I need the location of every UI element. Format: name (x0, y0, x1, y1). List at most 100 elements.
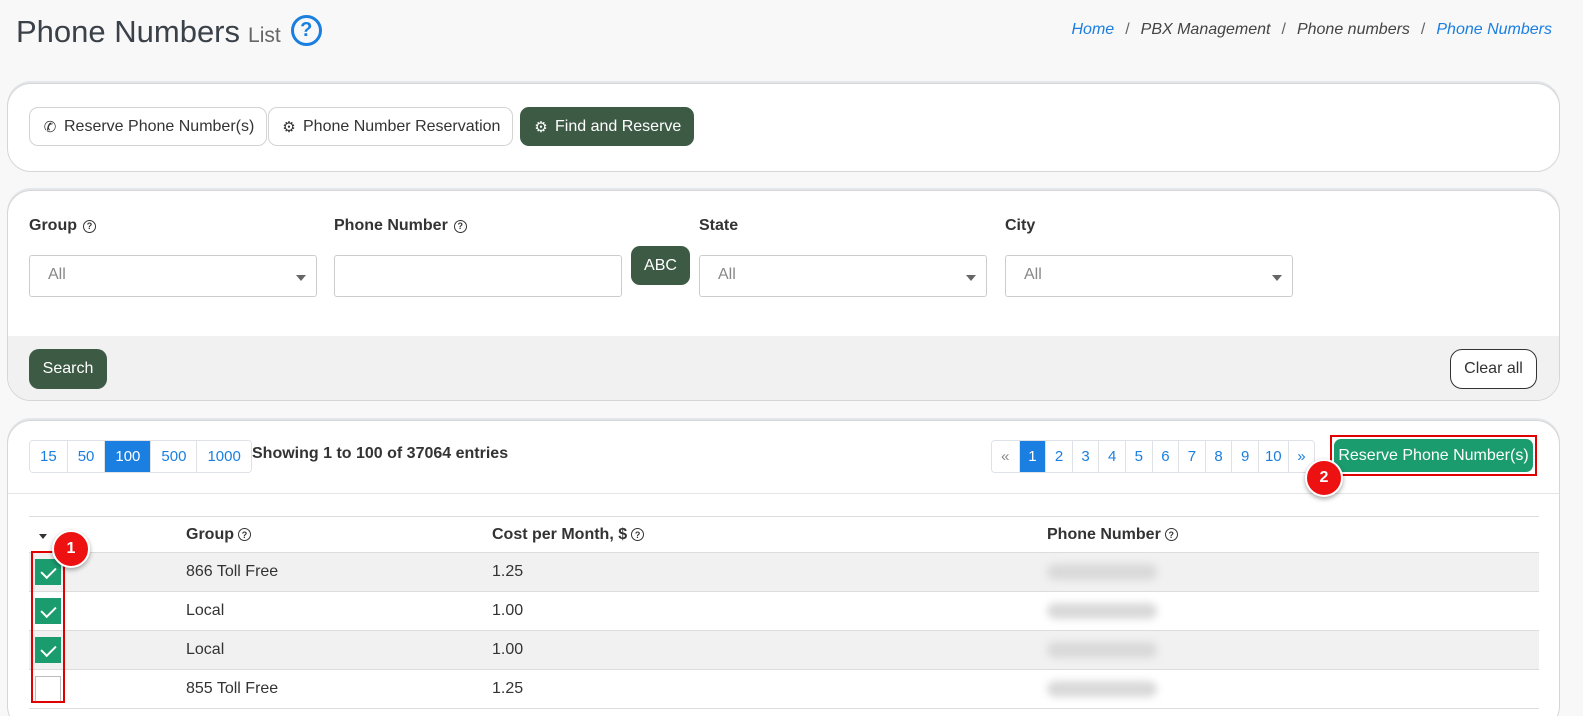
page-2[interactable]: 2 (1045, 441, 1072, 472)
page-title: Phone Numbers (16, 14, 241, 49)
state-filter-label: State (699, 217, 738, 235)
cell-cost: 1.25 (492, 552, 1047, 592)
tab-label: Reserve Phone Number(s) (64, 117, 255, 135)
column-header-group[interactable]: Group? (186, 516, 492, 553)
caret-down-icon[interactable] (39, 533, 47, 539)
page-header: Phone Numbers List ? (16, 14, 322, 54)
phone-icon: ✆ (43, 118, 57, 136)
cell-cost: 1.25 (492, 669, 1047, 709)
group-filter-label: Group ? (29, 217, 96, 235)
cell-group: 866 Toll Free (186, 552, 492, 592)
page-size-500[interactable]: 500 (150, 441, 197, 472)
page-size-15[interactable]: 15 (30, 441, 67, 472)
question-circle-icon[interactable]: ? (1164, 528, 1178, 541)
caret-down-icon (966, 275, 976, 281)
clear-all-button[interactable]: Clear all (1450, 349, 1537, 389)
gears-icon: ⚙ (282, 118, 296, 136)
table-row: Local 1.00 (29, 630, 1539, 670)
breadcrumb-current[interactable]: Phone Numbers (1436, 21, 1552, 39)
group-select-value: All (48, 266, 66, 283)
row-checkbox[interactable] (35, 598, 61, 624)
cell-cost: 1.00 (492, 591, 1047, 631)
phone-number-filter-label: Phone Number ? (334, 217, 467, 235)
tab-phone-number-reservation[interactable]: ⚙ Phone Number Reservation (268, 107, 514, 146)
page-6[interactable]: 6 (1151, 441, 1179, 472)
city-select-value: All (1024, 266, 1042, 283)
cell-phone (1047, 630, 1539, 670)
abc-button[interactable]: ABC (631, 246, 690, 285)
search-button[interactable]: Search (29, 349, 107, 389)
column-phone-label: Phone Number (1047, 525, 1161, 543)
redacted-phone (1047, 563, 1157, 580)
column-group-label: Group (186, 525, 234, 543)
state-label-text: State (699, 217, 739, 234)
page-7[interactable]: 7 (1178, 441, 1205, 472)
row-checkbox[interactable] (35, 637, 61, 663)
city-filter-label: City (1005, 217, 1035, 235)
breadcrumb: Home / PBX Management / Phone numbers / … (1072, 21, 1553, 39)
cell-group: Local (186, 630, 492, 670)
redacted-phone (1047, 680, 1157, 697)
column-header-phone-number[interactable]: Phone Number? (1047, 516, 1539, 553)
page-4[interactable]: 4 (1098, 441, 1125, 472)
reserve-button-highlight: Reserve Phone Number(s) (1330, 435, 1537, 476)
cell-group: 855 Toll Free (186, 669, 492, 709)
question-circle-icon[interactable]: ? (631, 528, 645, 541)
group-label-text: Group (29, 217, 77, 234)
table-row: 855 Toll Free 1.25 (29, 669, 1539, 709)
caret-down-icon (296, 275, 306, 281)
page-5[interactable]: 5 (1124, 441, 1152, 472)
tab-reserve-phone-numbers[interactable]: ✆ Reserve Phone Number(s) (29, 107, 268, 146)
state-select-value: All (718, 266, 736, 283)
tabs-card: ✆ Reserve Phone Number(s) ⚙ Phone Number… (7, 83, 1560, 172)
breadcrumb-separator: / (1281, 21, 1286, 38)
cell-phone (1047, 669, 1539, 709)
annotation-badge-1: 1 (52, 530, 90, 568)
filters-footer: Search Clear all (8, 336, 1559, 400)
page-3[interactable]: 3 (1071, 441, 1099, 472)
state-select[interactable]: All (699, 255, 987, 297)
phone-number-label-text: Phone Number (334, 217, 448, 234)
question-circle-icon[interactable]: ? (238, 528, 251, 541)
filters-card: Group ? All Phone Number ? ABC State All… (7, 190, 1560, 401)
redacted-phone (1047, 602, 1157, 619)
table-row: 866 Toll Free 1.25 (29, 552, 1539, 592)
page-10[interactable]: 10 (1257, 441, 1288, 472)
tab-find-and-reserve[interactable]: ⚙ Find and Reserve (520, 107, 695, 146)
cell-phone (1047, 591, 1539, 631)
phone-numbers-table: Group? Cost per Month, $? Phone Number? … (29, 516, 1539, 709)
question-circle-icon[interactable]: ? (83, 219, 96, 233)
tab-label: Phone Number Reservation (303, 117, 501, 135)
redacted-phone (1047, 641, 1157, 658)
page-8[interactable]: 8 (1204, 441, 1232, 472)
breadcrumb-separator: / (1125, 21, 1130, 38)
reserve-phone-numbers-button[interactable]: Reserve Phone Number(s) (1334, 439, 1533, 472)
breadcrumb-pbx-management: PBX Management (1140, 21, 1271, 38)
question-circle-icon[interactable]: ? (453, 219, 467, 233)
column-header-cost[interactable]: Cost per Month, $? (492, 516, 1047, 553)
question-circle-icon[interactable]: ? (290, 14, 322, 46)
page-9[interactable]: 9 (1231, 441, 1258, 472)
city-select[interactable]: All (1005, 255, 1293, 297)
breadcrumb-home[interactable]: Home (1072, 21, 1115, 39)
breadcrumb-separator: / (1420, 21, 1426, 38)
column-cost-label: Cost per Month, $ (492, 525, 628, 543)
page-subtitle: List (248, 24, 281, 47)
cell-group: Local (186, 591, 492, 631)
showing-entries-text: Showing 1 to 100 of 37064 entries (252, 445, 509, 462)
group-select[interactable]: All (29, 255, 317, 297)
row-checkbox[interactable] (35, 676, 61, 702)
tab-label: Find and Reserve (555, 117, 682, 135)
page-size-50[interactable]: 50 (66, 441, 105, 472)
page-size-1000[interactable]: 1000 (196, 441, 251, 472)
page-size-100[interactable]: 100 (104, 441, 151, 472)
phone-number-input[interactable] (334, 255, 622, 297)
cell-cost: 1.00 (492, 630, 1047, 670)
page-prev[interactable]: « (992, 441, 1019, 472)
page-size-selector: 15 50 100 500 1000 (29, 440, 252, 473)
page-1[interactable]: 1 (1018, 441, 1046, 472)
caret-down-icon (1272, 275, 1282, 281)
breadcrumb-phone-numbers: Phone numbers (1296, 21, 1410, 38)
gears-icon: ⚙ (534, 118, 548, 136)
table-row: Local 1.00 (29, 591, 1539, 631)
